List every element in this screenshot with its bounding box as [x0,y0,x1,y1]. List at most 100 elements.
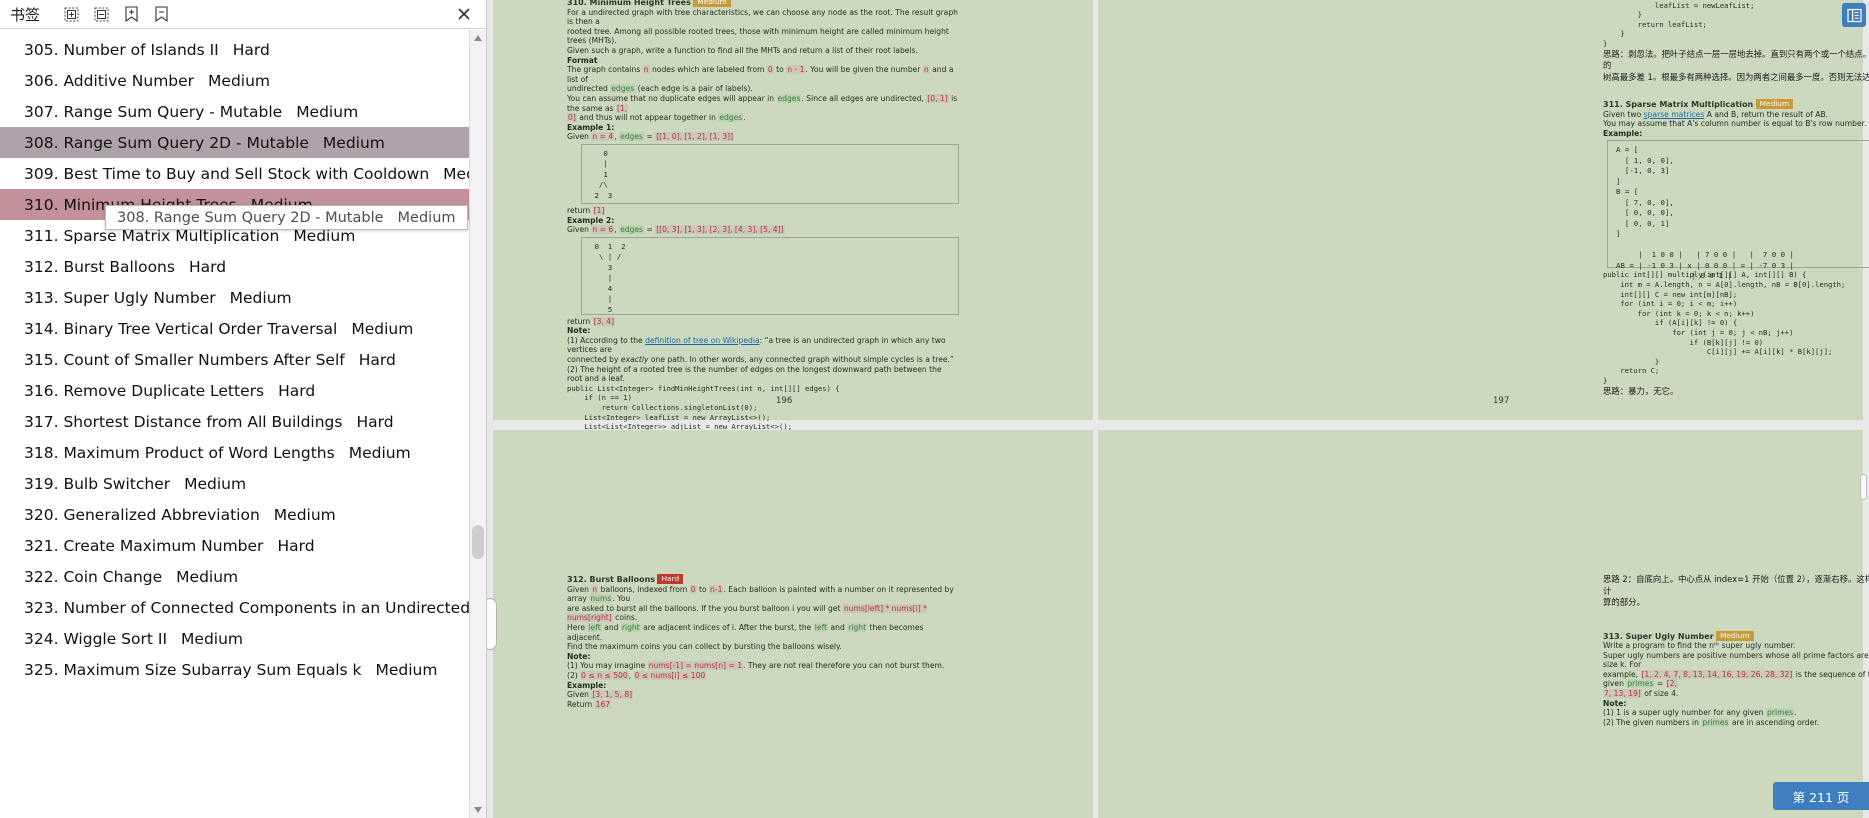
problem-311-cjk-cont-0: 思路 2：自底向上。中心点从 index=1 开始（位置 2），逐渐右移。这样可… [1603,574,1869,596]
problem-310-example1-label: Example 1: [567,122,615,132]
page-196-content: 310. Minimum Height Trees Medium For a u… [567,0,959,461]
problem-311-header: 311. Sparse Matrix Multiplication Medium [1603,99,1869,110]
problem-312-badge: Hard [657,574,684,584]
bookmark-item[interactable]: 325. Maximum Size Subarray Sum Equals k M… [0,654,486,685]
bookmark-item[interactable]: 314. Binary Tree Vertical Order Traversa… [0,313,486,344]
expand-all-icon[interactable] [58,3,84,25]
sparse-matrices-link[interactable]: sparse matrices [1644,110,1705,119]
problem-310-format-line-2: You can assume that no duplicate edges w… [567,93,958,113]
bookmark-item-title: 312. Burst Balloons [24,257,175,276]
problem-310-cjk-note-0: 思路：剥忽法。把叶子结点一层一层地去掉。直到只有两个或一个结点。就是解。最小深度… [1603,48,1869,71]
bookmark-item-title: 315. Count of Smaller Numbers After Self [24,350,345,369]
problem-310-format-label: Format [567,55,598,65]
bookmark-item-title: 314. Binary Tree Vertical Order Traversa… [24,319,338,338]
pdf-scroll-handle-upper[interactable] [1860,474,1867,500]
problem-312-line-3: Find the maximum coins you can collect b… [567,642,842,652]
add-bookmark-icon[interactable] [118,3,144,25]
remove-bookmark-icon[interactable] [148,3,174,25]
problem-310-format-line-0: The graph contains n nodes which are lab… [567,65,954,84]
pdf-page-197: } leafList = newLeafList; } return leafL… [1098,0,1869,420]
bookmark-item[interactable]: 318. Maximum Product of Word Lengths Medi… [0,437,486,468]
problem-310-heading: 310. Minimum Height Trees [567,0,691,7]
bookmark-scrollbar[interactable] [469,30,486,818]
problem-312-line-0: Given n balloons, indexed from 0 to n-1.… [567,584,954,604]
problem-310-code-tail: } leafList = newLeafList; } return leafL… [1603,0,1755,48]
bookmark-item[interactable]: 308. Range Sum Query 2D - Mutable Medium [0,127,486,158]
bookmark-item[interactable]: 319. Bulb Switcher Medium [0,468,486,499]
bookmark-item[interactable]: 321. Create Maximum Number Hard [0,530,486,561]
problem-312-header: 312. Burst Balloons Hard [567,574,959,585]
bookmark-item-difficulty: Medium [181,629,244,648]
bookmark-item-title: 323. Number of Connected Components in a… [24,598,486,617]
bookmark-item[interactable]: 315. Count of Smaller Numbers After Self… [0,344,486,375]
problem-312-example-label: Example: [567,680,607,690]
problem-310-example1-return: return [1] [567,205,606,215]
problem-310-note-line-0: (1) According to the definition of tree … [567,335,946,355]
problem-313-heading: 313. Super Ugly Number [1603,631,1714,641]
pdf-scroll-handle-lower[interactable] [487,598,497,650]
problem-310-note-line-1: connected by exactly one path. In other … [567,355,954,365]
scroll-down-arrow-icon[interactable] [470,802,486,818]
scroll-up-arrow-icon[interactable] [470,30,486,46]
pdf-page-196: 310. Minimum Height Trees Medium For a u… [493,0,1093,460]
bookmark-item-title: 309. Best Time to Buy and Sell Stock wit… [24,164,430,183]
problem-313-line-0: Write a program to find the nᵗʰ super ug… [1603,641,1796,651]
wikipedia-link[interactable]: definition of tree on Wikipedia [645,336,760,345]
bookmark-panel-title: 书签 [10,5,41,24]
bookmark-item-title: 324. Wiggle Sort II [24,629,168,648]
bookmark-item-difficulty: Medium [208,71,271,90]
problem-310-example2-given: Given n = 6, edges = [[0, 3], [1, 3], [2… [567,225,785,235]
problem-313-line-1: Super ugly numbers are positive numbers … [1603,650,1869,670]
bookmark-item-difficulty: Medium [351,319,414,338]
bookmark-item-difficulty: Medium [176,567,239,586]
page-indicator-badge[interactable]: 第 211 页 [1773,782,1869,810]
page-198-content: 312. Burst Balloons Hard Given n balloon… [567,574,959,709]
tooltip-title: 308. Range Sum Query 2D - Mutable [117,209,384,226]
problem-313-note-label: Note: [1603,698,1627,708]
bookmark-item[interactable]: 313. Super Ugly Number Medium [0,282,486,313]
problem-310-cjk-note-1: 树高最多差 1。根最多有两种选择。因为两者之间最多一度。否则无法达成树。隐含条件… [1603,71,1869,82]
problem-311-code: public int[][] multiply(int[][] A, int[]… [1603,270,1846,385]
problem-310-example1-given: Given n = 4, edges = [[1, 0], [1, 2], [1… [567,132,735,142]
problem-310-example2-diagram: 0 1 2 \ | / 3 | 4 | 5 [581,236,959,315]
problem-310-format-line-1: undirected edges (each edge is a pair of… [567,84,753,94]
bookmark-item-difficulty: Medium [273,505,336,524]
problem-311-line-2: Example: [1603,128,1643,138]
problem-311-badge: Medium [1755,99,1794,110]
bookmark-item[interactable]: 320. Generalized Abbreviation Medium [0,499,486,530]
bookmark-item[interactable]: 324. Wiggle Sort II Medium [0,623,486,654]
pdf-page-199: 思路 2：自底向上。中心点从 index=1 开始（位置 2），逐渐右移。这样可… [1098,430,1869,818]
bookmark-list[interactable]: 305. Number of Islands II Hard 306. Additi… [0,29,486,818]
problem-311-line-0: Given two sparse matrices A and B, retur… [1603,109,1829,119]
bookmark-item[interactable]: 305. Number of Islands II Hard [0,34,486,65]
bookmark-item[interactable]: 316. Remove Duplicate Letters Hard [0,375,486,406]
bookmark-item[interactable]: 322. Coin Change Medium [0,561,486,592]
bookmark-item-title: 319. Bulb Switcher [24,474,171,493]
bookmark-item-title: 325. Maximum Size Subarray Sum Equals k [24,660,362,679]
bookmark-item-difficulty: Medium [296,102,359,121]
bookmark-item[interactable]: 317. Shortest Distance from All Building… [0,406,486,437]
page-199-content: 思路 2：自底向上。中心点从 index=1 开始（位置 2），逐渐右移。这样可… [1603,574,1869,727]
bookmark-item-title: 307. Range Sum Query - Mutable [24,102,283,121]
problem-310-intro-line-0: For a undirected graph with tree charact… [567,7,958,27]
collapse-all-icon[interactable] [88,3,114,25]
problem-312-line-2: Here left and right are adjacent indices… [567,622,924,642]
bookmark-item[interactable]: 309. Best Time to Buy and Sell Stock wit… [0,158,486,189]
bookmark-item[interactable]: 323. Number of Connected Components in a… [0,592,486,623]
bookmark-item-difficulty: Medium [375,660,438,679]
bookmark-item[interactable]: 306. Additive Number Medium [0,65,486,96]
pdf-viewer[interactable]: 310. Minimum Height Trees Medium For a u… [487,0,1869,818]
close-icon[interactable] [454,4,474,24]
bookmark-item-title: 322. Coin Change [24,567,163,586]
bookmark-item-title: 316. Remove Duplicate Letters [24,381,265,400]
bookmark-toolbar: 书签 [0,0,486,29]
problem-313-line-2: example, [1, 2, 4, 7, 8, 13, 14, 16, 19,… [1603,669,1869,689]
panel-toggle-button[interactable] [1842,3,1866,27]
problem-310-intro-line-1: rooted tree. Among all possible rooted t… [567,26,949,46]
bookmark-item[interactable]: 307. Range Sum Query - Mutable Medium [0,96,486,127]
bookmark-scrollbar-thumb[interactable] [472,525,484,559]
bookmark-item-difficulty: Hard [278,381,316,400]
problem-312-note-1: (2) 0 ≤ n ≤ 500, 0 ≤ nums[i] ≤ 100 [567,670,707,680]
bookmark-item[interactable]: 312. Burst Balloons Hard [0,251,486,282]
problem-310-note-line-2: (2) The height of a rooted tree is the n… [567,364,942,384]
